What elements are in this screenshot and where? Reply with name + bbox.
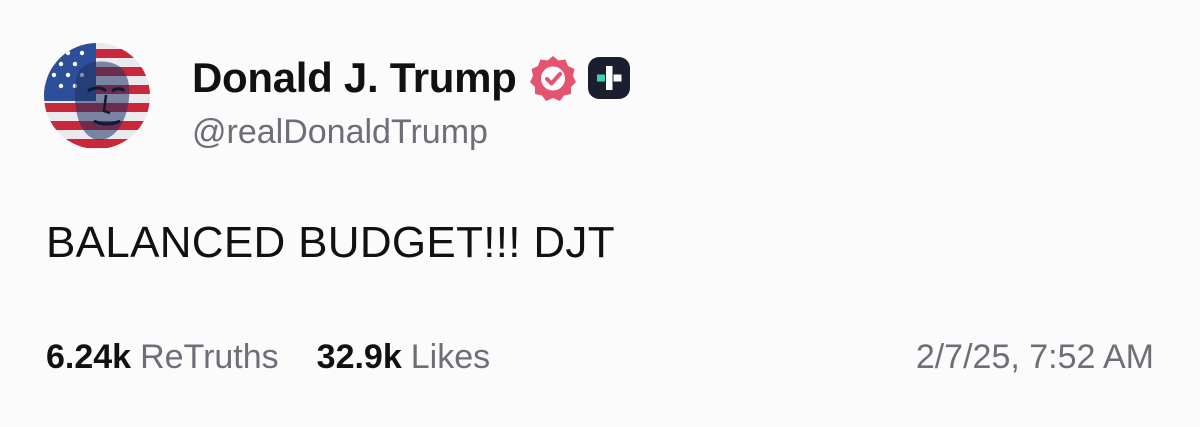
post-text: BALANCED BUDGET!!! DJT — [46, 218, 615, 267]
truth-plus-icon — [585, 54, 633, 102]
likes-count: 32.9k — [316, 338, 402, 376]
author-handle[interactable]: @realDonaldTrump — [192, 113, 488, 152]
post-timestamp: 2/7/25, 7:52 AM — [915, 338, 1154, 376]
author-name-row: Donald J. Trump — [192, 52, 633, 104]
likes-label: Likes — [410, 338, 491, 376]
retruths-count: 6.24k — [46, 338, 132, 376]
retruths-label: ReTruths — [140, 338, 279, 376]
retruths-stat[interactable]: 6.24k ReTruths — [46, 338, 279, 377]
post-stats: 6.24k ReTruths 32.9k Likes — [46, 338, 490, 377]
avatar-flag-portrait-icon — [44, 43, 150, 149]
verified-badge-icon — [529, 54, 577, 102]
author-display-name[interactable]: Donald J. Trump — [192, 54, 517, 102]
avatar[interactable] — [44, 43, 150, 149]
likes-stat[interactable]: 32.9k Likes — [317, 338, 490, 377]
post-card: Donald J. Trump @realDonaldTrump BALANCE… — [0, 0, 1200, 427]
